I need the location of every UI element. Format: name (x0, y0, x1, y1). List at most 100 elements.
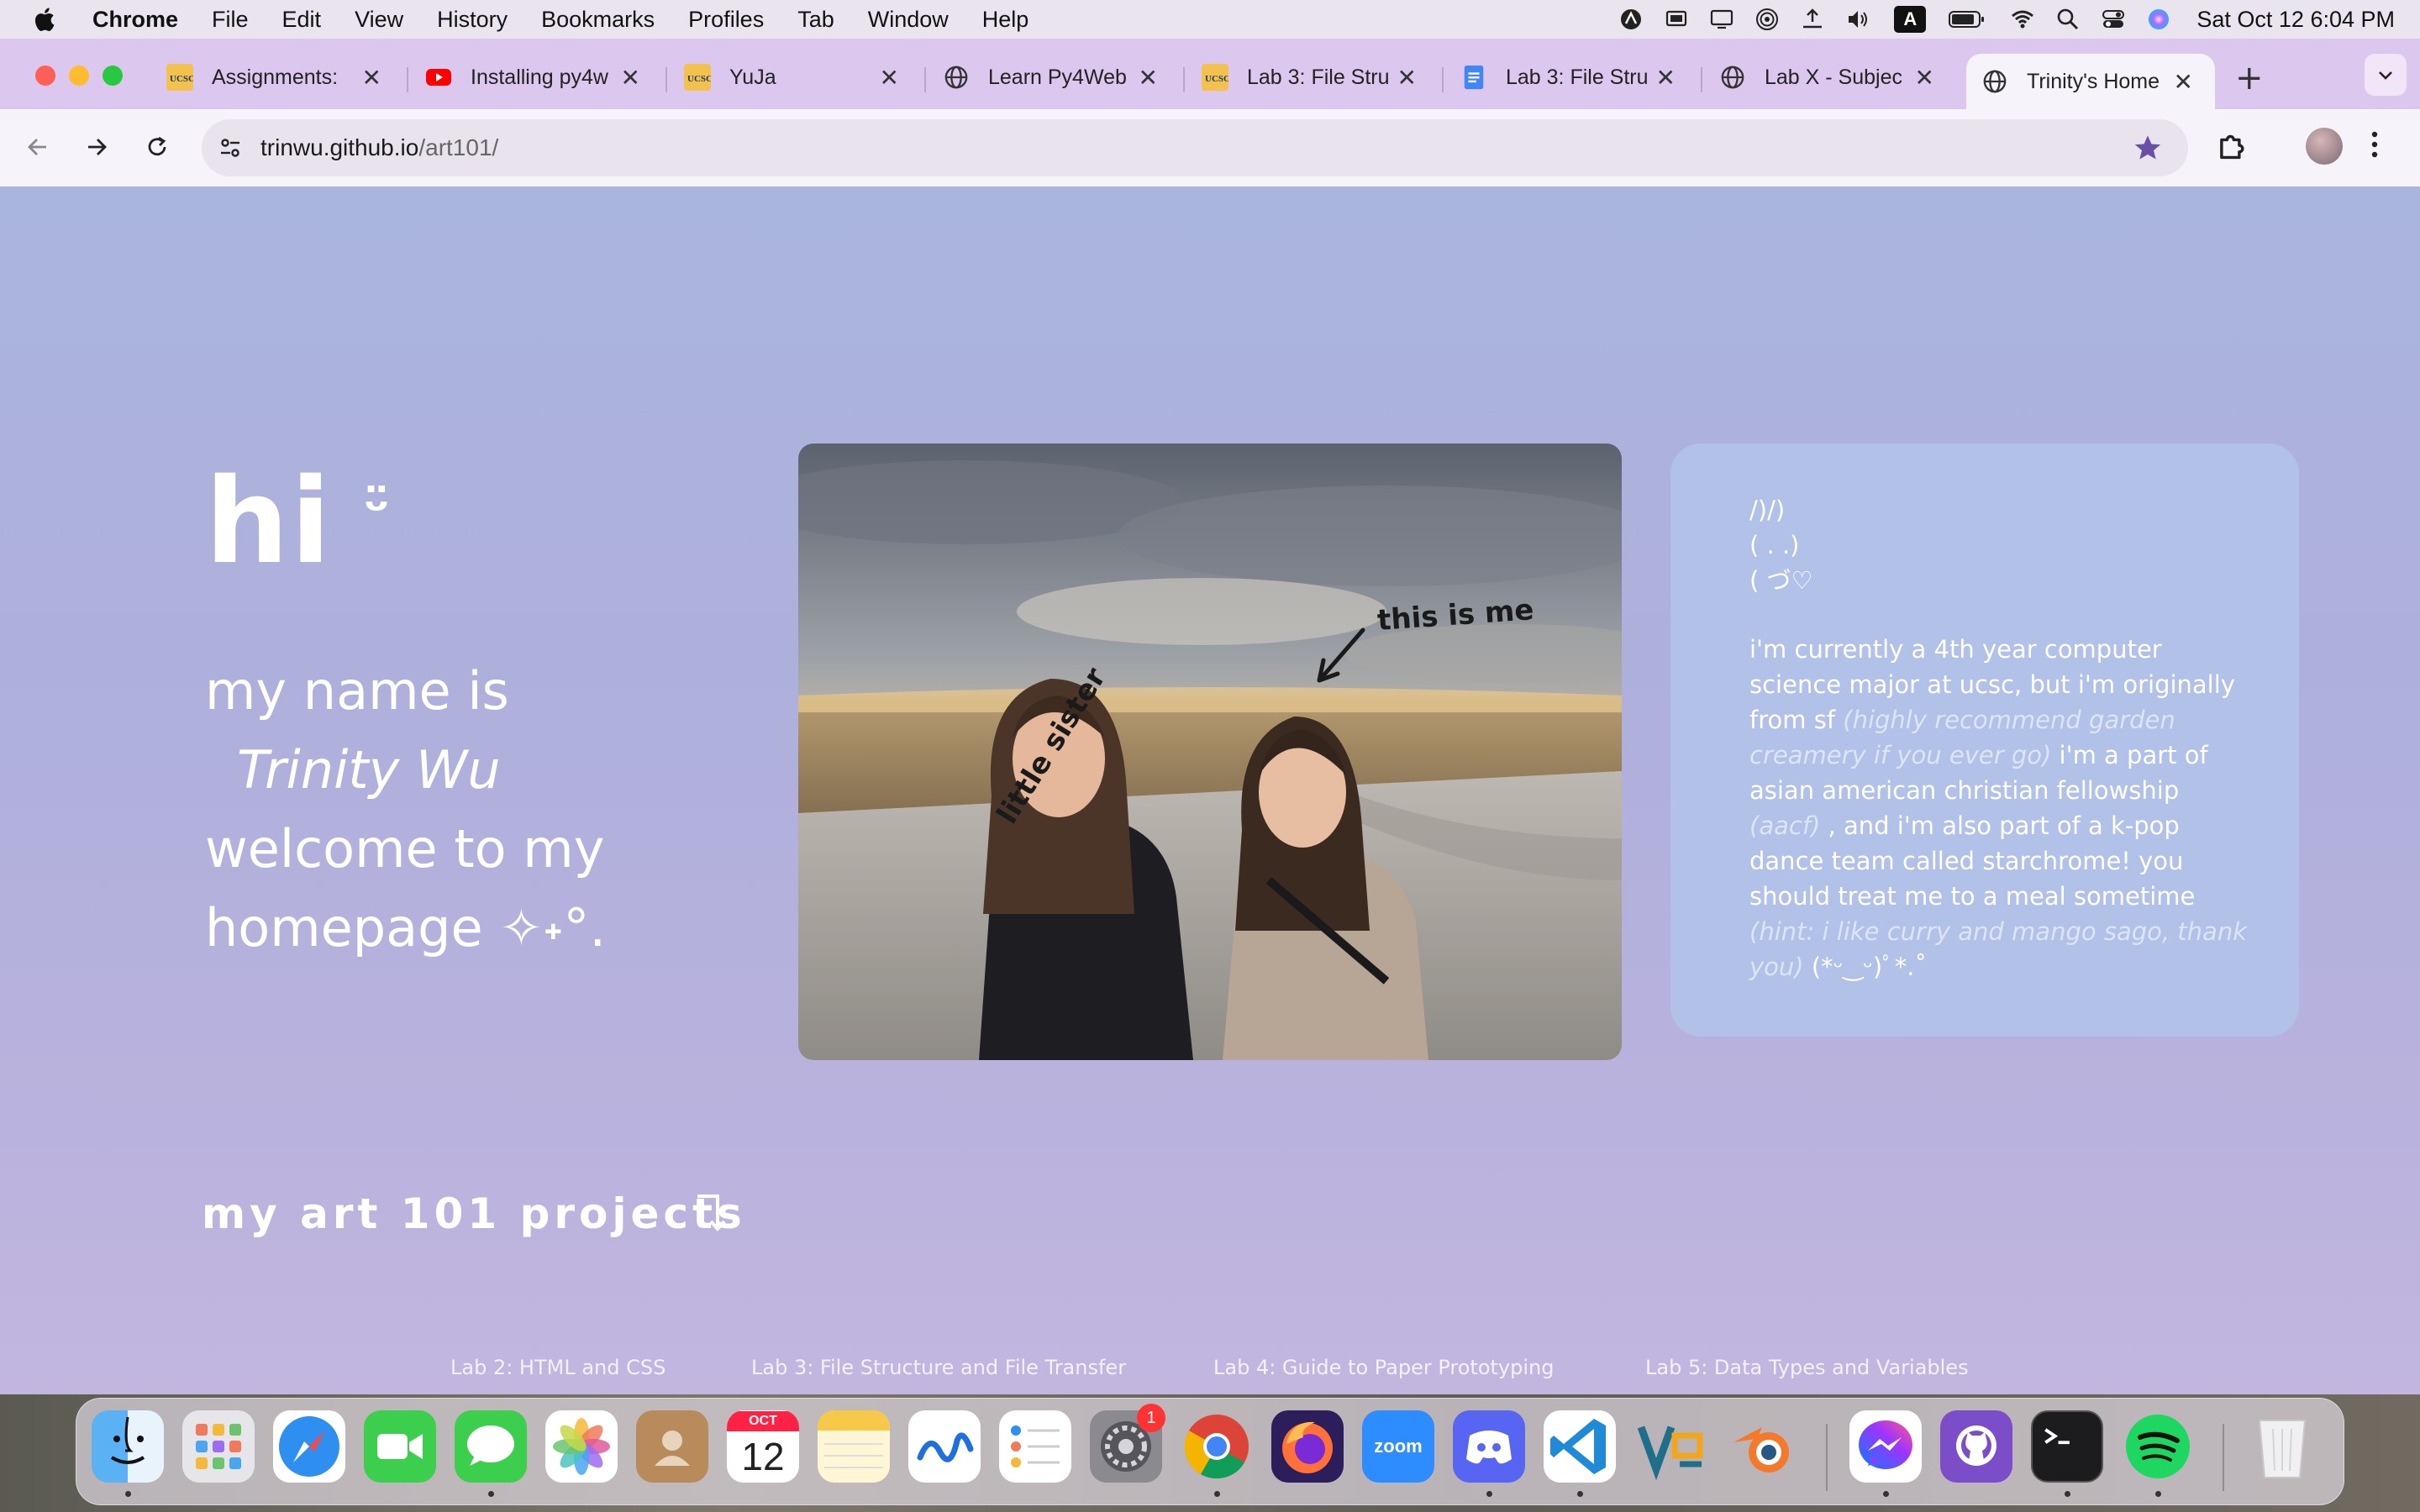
vpn-status-icon[interactable] (1617, 7, 1645, 32)
spotify-icon[interactable] (2122, 1410, 2194, 1483)
calendar-month: OCT (727, 1411, 799, 1431)
back-button[interactable] (17, 126, 59, 168)
macos-dock: OCT 12 1 zoom (76, 1398, 2344, 1505)
forward-button[interactable] (76, 126, 118, 168)
close-tab-icon[interactable]: ✕ (362, 64, 381, 92)
blender-icon[interactable] (1725, 1410, 1797, 1483)
chrome-tab-strip: UCSC Assignments: ✕ Installing py4w ✕ UC… (0, 39, 2420, 109)
safari-icon[interactable] (273, 1410, 345, 1483)
close-tab-icon[interactable]: ✕ (1656, 64, 1676, 92)
wifi-icon[interactable] (2008, 7, 2037, 32)
notes-icon[interactable] (818, 1410, 890, 1483)
tab-assignments[interactable]: UCSC Assignments: ✕ (151, 54, 403, 101)
running-indicator (1486, 1491, 1492, 1497)
menu-window[interactable]: Window (868, 7, 949, 33)
messenger-icon[interactable] (1849, 1410, 1922, 1483)
close-tab-icon[interactable]: ✕ (2174, 68, 2193, 96)
close-tab-icon[interactable]: ✕ (1397, 64, 1417, 92)
menu-bookmarks[interactable]: Bookmarks (541, 7, 655, 33)
airdrop-icon[interactable] (1753, 7, 1781, 32)
tab-separator (1442, 67, 1444, 92)
close-tab-icon[interactable]: ✕ (621, 64, 640, 92)
project-link-lab3[interactable]: Lab 3: File Structure and File Transfer (751, 1356, 1126, 1379)
fullscreen-window-button[interactable] (103, 66, 123, 86)
url-path: /art101/ (418, 134, 499, 160)
tab-title: YuJa (729, 65, 776, 89)
tab-lab3-canvas[interactable]: UCSC Lab 3: File Stru ✕ (1186, 54, 1439, 101)
facetime-icon[interactable] (364, 1410, 436, 1483)
siri-icon[interactable] (2144, 7, 2173, 32)
bookmark-star-icon[interactable] (2133, 133, 2163, 169)
project-link-lab5[interactable]: Lab 5: Data Types and Variables (1645, 1356, 1969, 1379)
input-source-icon[interactable]: A (1894, 6, 1927, 33)
menu-history[interactable]: History (437, 7, 508, 33)
bio-paragraph: i'm currently a 4th year computer scienc… (1749, 632, 2257, 984)
menubar-clock[interactable]: Sat Oct 12 6:04 PM (2196, 7, 2395, 33)
menu-tab[interactable]: Tab (797, 7, 834, 33)
calendar-icon[interactable]: OCT 12 (727, 1410, 799, 1483)
tab-lab-x[interactable]: Lab X - Subjec ✕ (1704, 54, 1956, 101)
network-transfer-icon[interactable] (1798, 7, 1827, 32)
tab-title: Assignments: (212, 65, 339, 89)
tab-separator (924, 67, 926, 92)
intro-name: Trinity Wu (237, 739, 501, 801)
menu-edit[interactable]: Edit (282, 7, 322, 33)
menu-app-name[interactable]: Chrome (92, 7, 178, 33)
project-link-lab2[interactable]: Lab 2: HTML and CSS (450, 1356, 666, 1379)
trash-icon[interactable] (2246, 1410, 2318, 1483)
battery-icon[interactable] (1948, 7, 1986, 32)
terminal-icon[interactable] (2031, 1410, 2103, 1483)
tab-installing-py4web[interactable]: Installing py4w ✕ (410, 54, 662, 101)
globe-icon (943, 64, 970, 91)
close-tab-icon[interactable]: ✕ (1915, 64, 1934, 92)
messages-icon[interactable] (455, 1410, 527, 1483)
screen-icon[interactable] (1707, 7, 1736, 32)
vscode-icon[interactable] (1544, 1410, 1616, 1483)
tab-yuja[interactable]: UCSC YuJa ✕ (669, 54, 921, 101)
project-link-lab4[interactable]: Lab 4: Guide to Paper Prototyping (1213, 1356, 1554, 1379)
launchpad-icon[interactable] (182, 1410, 255, 1483)
menu-help[interactable]: Help (982, 7, 1029, 33)
chrome-icon[interactable] (1181, 1410, 1253, 1483)
freeform-icon[interactable] (908, 1410, 981, 1483)
apple-logo-icon[interactable] (32, 6, 64, 33)
menu-profiles[interactable]: Profiles (688, 7, 764, 33)
tab-trinitys-homepage[interactable]: Trinity's Home ✕ (1966, 54, 2215, 109)
tab-learn-py4web[interactable]: Learn Py4Web ✕ (928, 54, 1180, 101)
discord-icon[interactable] (1453, 1410, 1525, 1483)
firefox-icon[interactable] (1271, 1410, 1344, 1483)
github-desktop-icon[interactable] (1940, 1410, 2012, 1483)
webpage-content: hi ᵕ̈ my name is Trinity Wu welcome to m… (0, 186, 2420, 1394)
finder-icon[interactable] (92, 1410, 164, 1483)
running-indicator (125, 1491, 131, 1497)
photos-icon[interactable] (545, 1410, 618, 1483)
spotlight-search-icon[interactable] (2054, 7, 2082, 32)
address-bar[interactable]: trinwu.github.io/art101/ (202, 119, 2188, 176)
close-tab-icon[interactable]: ✕ (1139, 64, 1158, 92)
volume-icon[interactable] (1844, 7, 1872, 32)
reminders-icon[interactable] (999, 1410, 1071, 1483)
tab-title: Installing py4w (471, 65, 608, 89)
site-info-icon[interactable] (213, 134, 247, 161)
tab-title: Lab 3: File Stru (1506, 65, 1649, 89)
profile-avatar[interactable] (2306, 128, 2343, 165)
ucsc-icon: UCSC (684, 64, 711, 91)
tab-title: Learn Py4Web (988, 65, 1127, 89)
extensions-puzzle-icon[interactable] (2215, 128, 2250, 166)
minimize-window-button[interactable] (69, 66, 89, 86)
contacts-icon[interactable] (636, 1410, 708, 1483)
display-mirror-icon[interactable] (1662, 7, 1691, 32)
tab-search-button[interactable] (2365, 54, 2407, 96)
vpn-client-icon[interactable] (1634, 1410, 1707, 1483)
tab-lab3-docs[interactable]: Lab 3: File Stru ✕ (1445, 54, 1697, 101)
menu-view[interactable]: View (355, 7, 403, 33)
kebab-menu-icon[interactable] (2370, 128, 2380, 165)
arrow-left-icon (28, 139, 46, 155)
new-tab-button[interactable]: + (2235, 59, 2264, 97)
close-tab-icon[interactable]: ✕ (880, 64, 899, 92)
control-center-icon[interactable] (2099, 7, 2128, 32)
menu-file[interactable]: File (212, 7, 249, 33)
reload-button[interactable] (136, 126, 178, 168)
zoom-icon[interactable]: zoom (1362, 1410, 1434, 1483)
close-window-button[interactable] (35, 66, 55, 86)
